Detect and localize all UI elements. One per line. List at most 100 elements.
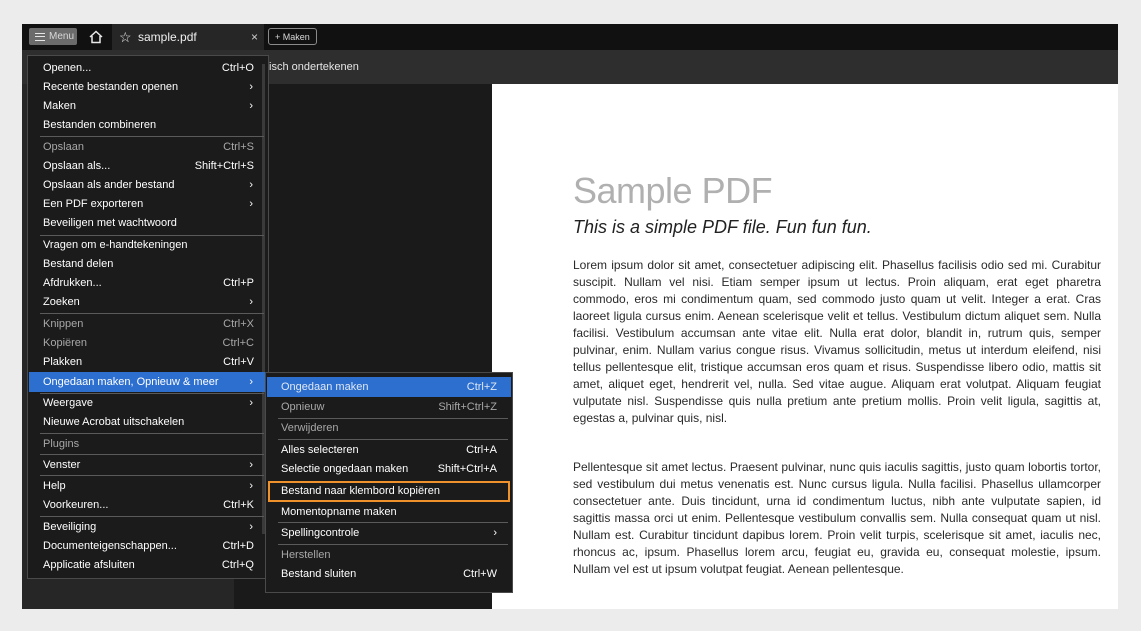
menu-item-label: Ongedaan maken, Opnieuw & meer (43, 376, 219, 388)
chevron-right-icon: › (249, 100, 253, 112)
menu-item-label: Openen... (43, 62, 92, 74)
menu-item-shortcut: Ctrl+W (463, 568, 497, 580)
menu-item-label: Voorkeuren... (43, 499, 109, 511)
menu-item-weergave[interactable]: Weergave › (29, 393, 267, 413)
chevron-right-icon: › (249, 397, 253, 409)
menu-button[interactable]: Menu (29, 28, 77, 45)
menu-item-recente-bestanden[interactable]: Recente bestanden openen › (29, 77, 267, 97)
submenu-item-bestand-sluiten[interactable]: Bestand sluiten Ctrl+W (267, 564, 511, 584)
menu-item-afdrukken[interactable]: Afdrukken... Ctrl+P (29, 273, 267, 293)
menu-item-shortcut: Shift+Ctrl+S (194, 160, 254, 172)
menu-item-label: Documenteigenschappen... (43, 540, 177, 552)
menu-item-voorkeuren[interactable]: Voorkeuren... Ctrl+K (29, 495, 267, 515)
tab-sample-pdf[interactable]: ☆ sample.pdf × (112, 24, 264, 50)
menu-item-label: Opslaan als ander bestand (43, 179, 175, 191)
menu-item-label: Bestand delen (43, 258, 114, 270)
menu-item-shortcut: Shift+Ctrl+Z (438, 401, 497, 413)
chevron-right-icon: › (249, 480, 253, 492)
menu-item-label: Opslaan als... (43, 160, 111, 172)
menu-item-applicatie-afsluiten[interactable]: Applicatie afsluiten Ctrl+Q (29, 555, 267, 575)
menu-item-shortcut: Ctrl+O (221, 62, 254, 74)
menu-item-nieuwe-acrobat-uitschakelen[interactable]: Nieuwe Acrobat uitschakelen (29, 412, 267, 432)
home-icon[interactable] (88, 29, 104, 45)
menu-item-plugins[interactable]: Plugins (29, 434, 267, 454)
menu-item-label: Help (43, 480, 66, 492)
document-page: Sample PDF This is a simple PDF file. Fu… (492, 84, 1118, 609)
menu-item-label: Spellingcontrole (281, 527, 360, 539)
menu-item-label: Opslaan (43, 141, 84, 153)
undo-redo-submenu: Ongedaan maken Ctrl+Z Opnieuw Shift+Ctrl+Z… (265, 372, 513, 593)
menu-item-label: Momentopname maken (281, 506, 397, 518)
submenu-item-ongedaan-maken[interactable]: Ongedaan maken Ctrl+Z (267, 377, 511, 397)
chevron-right-icon: › (249, 459, 253, 471)
menu-item-label: Applicatie afsluiten (43, 559, 135, 571)
document-title: Sample PDF (573, 170, 773, 211)
menu-item-documenteigenschappen[interactable]: Documenteigenschappen... Ctrl+D (29, 536, 267, 556)
menu-item-label: Opnieuw (281, 401, 325, 413)
menu-item-label: Plakken (43, 356, 83, 368)
menu-item-beveiliging[interactable]: Beveiliging › (29, 517, 267, 537)
menu-item-zoeken[interactable]: Zoeken › (29, 292, 267, 312)
menu-item-e-handtekeningen[interactable]: Vragen om e-handtekeningen (29, 235, 267, 255)
menu-item-label: Verwijderen (281, 422, 339, 434)
menu-item-ongedaan-opnieuw-meer[interactable]: Ongedaan maken, Opnieuw & meer › (29, 372, 267, 392)
menu-item-label: Recente bestanden openen (43, 81, 179, 93)
chevron-right-icon: › (249, 296, 253, 308)
menu-item-label: Herstellen (281, 549, 331, 561)
menu-item-shortcut: Ctrl+P (223, 277, 254, 289)
menu-item-bestand-delen[interactable]: Bestand delen (29, 254, 267, 274)
new-tab-button[interactable]: + Maken (268, 28, 317, 45)
document-paragraph: Pellentesque sit amet lectus. Praesent p… (573, 460, 1101, 576)
star-icon[interactable]: ☆ (119, 27, 132, 47)
menu-item-label: Bestand sluiten (281, 568, 357, 580)
menu-item-kopieren[interactable]: Kopiëren Ctrl+C (29, 333, 267, 353)
chevron-right-icon: › (249, 376, 253, 388)
submenu-item-selectie-ongedaan[interactable]: Selectie ongedaan maken Shift+Ctrl+A (267, 459, 511, 479)
menu-item-label: Weergave (43, 397, 93, 409)
menu-item-shortcut: Ctrl+D (222, 540, 254, 552)
menu-item-shortcut: Ctrl+X (223, 318, 254, 330)
menu-item-shortcut: Ctrl+S (223, 141, 254, 153)
menu-item-label: Ongedaan maken (281, 381, 369, 393)
hamburger-icon (35, 33, 45, 41)
menu-item-opslaan-als[interactable]: Opslaan als... Shift+Ctrl+S (29, 156, 267, 176)
tab-title: sample.pdf (138, 30, 197, 44)
menu-item-label: Knippen (43, 318, 84, 330)
submenu-item-herstellen[interactable]: Herstellen (267, 545, 511, 565)
menu-item-maken[interactable]: Maken › (29, 96, 267, 116)
menu-item-shortcut: Ctrl+K (223, 499, 254, 511)
menu-item-shortcut: Ctrl+Z (466, 381, 497, 393)
menu-item-plakken[interactable]: Plakken Ctrl+V (29, 352, 267, 372)
menu-item-venster[interactable]: Venster › (29, 455, 267, 475)
menu-item-shortcut: Ctrl+V (223, 356, 254, 368)
menu-item-bestanden-combineren[interactable]: Bestanden combineren (29, 115, 267, 135)
submenu-item-opnieuw[interactable]: Opnieuw Shift+Ctrl+Z (267, 397, 511, 417)
menu-item-label: Plugins (43, 438, 80, 450)
chevron-right-icon: › (249, 179, 253, 191)
toolbar-e-sign-label[interactable]: isch ondertekenen (269, 50, 359, 84)
menu-item-help[interactable]: Help › (29, 476, 267, 496)
menu-item-label: Beveiliging (43, 521, 97, 533)
document-subtitle: This is a simple PDF file. Fun fun fun. (573, 217, 872, 237)
menu-item-opslaan-ander-bestand[interactable]: Opslaan als ander bestand › (29, 175, 267, 195)
menu-item-pdf-exporteren[interactable]: Een PDF exporteren › (29, 194, 267, 214)
menu-item-openen[interactable]: Openen... Ctrl+O (29, 58, 267, 78)
menu-item-label: Beveiligen met wachtwoord (43, 217, 177, 229)
chevron-right-icon: › (249, 81, 253, 93)
menu-item-shortcut: Ctrl+Q (221, 559, 254, 571)
tab-bar: Menu ☆ sample.pdf × + Maken (22, 24, 1118, 50)
menu-item-label: Maken (43, 100, 77, 112)
chevron-right-icon: › (249, 521, 253, 533)
submenu-item-alles-selecteren[interactable]: Alles selecteren Ctrl+A (267, 440, 511, 460)
menu-item-label: Venster (43, 459, 81, 471)
submenu-item-verwijderen[interactable]: Verwijderen (267, 418, 511, 438)
submenu-item-spellingcontrole[interactable]: Spellingcontrole › (267, 523, 511, 543)
menu-item-label: Vragen om e-handtekeningen (43, 239, 188, 251)
menu-item-label: Alles selecteren (281, 444, 359, 456)
menu-item-opslaan[interactable]: Opslaan Ctrl+S (29, 137, 267, 157)
menu-item-beveiligen-wachtwoord[interactable]: Beveiligen met wachtwoord (29, 213, 267, 233)
menu-item-shortcut: Shift+Ctrl+A (437, 463, 497, 475)
close-tab-icon[interactable]: × (251, 24, 258, 50)
submenu-item-momentopname[interactable]: Momentopname maken (267, 502, 511, 522)
menu-item-knippen[interactable]: Knippen Ctrl+X (29, 314, 267, 334)
